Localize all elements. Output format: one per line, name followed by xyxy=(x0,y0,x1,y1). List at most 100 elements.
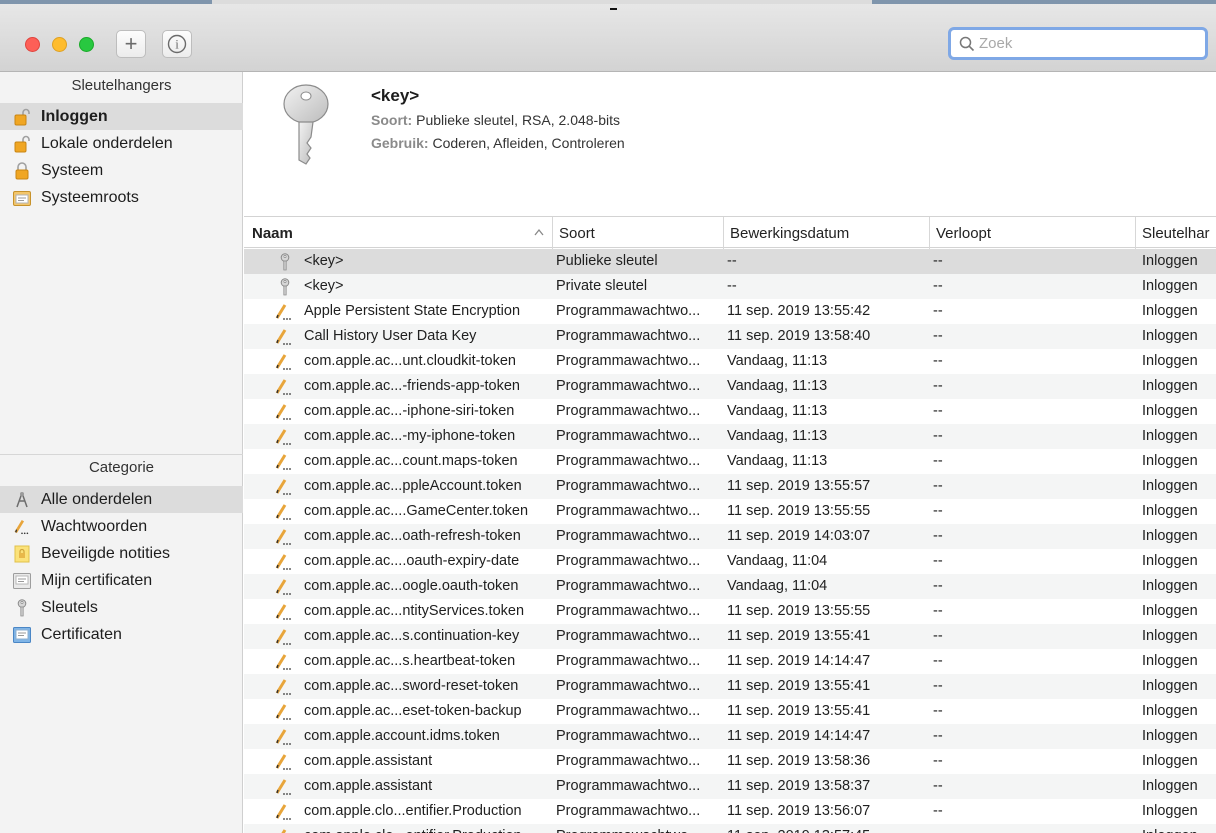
cell-name: <key> xyxy=(304,278,344,294)
items-table: Naam Soort Bewerkingsdatum Verloopt Sleu… xyxy=(244,216,1216,833)
table-row[interactable]: com.apple.clo...entifier.Production Progr… xyxy=(244,799,1216,824)
sidebar-item-label: Systeemroots xyxy=(41,188,139,206)
cell-expires: -- xyxy=(933,378,943,394)
column-header-label: Verloopt xyxy=(936,224,992,242)
cell-name: com.apple.ac...s.continuation-key xyxy=(304,628,520,644)
sidebar-item-beveiligde-notities[interactable]: Beveiligde notities xyxy=(0,540,243,567)
minimize-window-button[interactable] xyxy=(52,37,67,52)
cell-keychain: Inloggen xyxy=(1142,553,1198,569)
password-pencil-icon xyxy=(274,649,296,674)
certificate-icon xyxy=(13,626,31,644)
table-row[interactable]: com.apple.ac....oauth-expiry-date Program… xyxy=(244,549,1216,574)
table-row[interactable]: com.apple.ac...-my-iphone-token Programma… xyxy=(244,424,1216,449)
search-field[interactable] xyxy=(948,27,1208,60)
table-row[interactable]: <key> Publieke sleutel -- -- Inloggen xyxy=(244,249,1216,274)
unlocked-padlock-icon xyxy=(13,108,31,126)
table-header: Naam Soort Bewerkingsdatum Verloopt Sleu… xyxy=(244,216,1216,249)
column-header-sleutelhanger[interactable]: Sleutelhar xyxy=(1136,217,1216,249)
cell-keychain: Inloggen xyxy=(1142,778,1198,794)
sidebar-item-certificaten[interactable]: Certificaten xyxy=(0,621,243,648)
column-header-verloopt[interactable]: Verloopt xyxy=(930,217,1136,249)
sidebar-item-sleutels[interactable]: Sleutels xyxy=(0,594,243,621)
top-strip-right xyxy=(872,0,1216,4)
zoom-window-button[interactable] xyxy=(79,37,94,52)
cell-kind: Programmawachtwo... xyxy=(556,403,701,419)
sidebar-item-inloggen[interactable]: Inloggen xyxy=(0,103,243,130)
cell-date: Vandaag, 11:13 xyxy=(727,453,828,469)
cell-expires: -- xyxy=(933,303,943,319)
column-header-naam[interactable]: Naam xyxy=(244,217,553,249)
cell-kind: Programmawachtwo... xyxy=(556,703,701,719)
cell-name: com.apple.ac...-iphone-siri-token xyxy=(304,403,515,419)
cell-keychain: Inloggen xyxy=(1142,803,1198,819)
password-pencil-icon xyxy=(13,518,31,536)
certificate-folder-icon xyxy=(13,189,31,207)
add-item-button[interactable]: + xyxy=(116,30,146,58)
sidebar-item-lokale-onderdelen[interactable]: Lokale onderdelen xyxy=(0,130,243,157)
sidebar-item-systeem[interactable]: Systeem xyxy=(0,157,243,184)
detail-usage-line: Gebruik: Coderen, Afleiden, Controleren xyxy=(371,135,625,151)
info-button[interactable]: i xyxy=(162,30,192,58)
table-row[interactable]: com.apple.clo...entifier.ProductionProgr… xyxy=(244,824,1216,833)
cell-expires: -- xyxy=(933,678,943,694)
detail-usage-value: Coderen, Afleiden, Controleren xyxy=(432,135,625,151)
cell-name: com.apple.ac...sword-reset-token xyxy=(304,678,519,694)
search-input[interactable] xyxy=(979,35,1189,52)
table-row[interactable]: com.apple.ac...-friends-app-token Program… xyxy=(244,374,1216,399)
cell-kind: Programmawachtwo... xyxy=(556,653,701,669)
cell-kind: Programmawachtwo... xyxy=(556,503,701,519)
table-row[interactable]: com.apple.ac...oath-refresh-token Program… xyxy=(244,524,1216,549)
table-row[interactable]: com.apple.ac...count.maps-token Programma… xyxy=(244,449,1216,474)
cell-date: Vandaag, 11:04 xyxy=(727,578,828,594)
cell-expires: -- xyxy=(933,753,943,769)
table-row[interactable]: com.apple.ac...-iphone-siri-token Program… xyxy=(244,399,1216,424)
table-row[interactable]: com.apple.ac...sword-reset-token Programm… xyxy=(244,674,1216,699)
cell-expires: -- xyxy=(933,653,943,669)
password-pencil-icon xyxy=(274,599,296,624)
cell-name: com.apple.clo...entifier.Production xyxy=(304,803,522,819)
cell-date: 11 sep. 2019 13:58:37 xyxy=(727,778,871,794)
table-row[interactable]: com.apple.ac....GameCenter.token Programm… xyxy=(244,499,1216,524)
password-pencil-icon xyxy=(274,449,296,474)
cell-expires: -- xyxy=(933,253,943,269)
table-row[interactable]: com.apple.ac...s.heartbeat-token Programm… xyxy=(244,649,1216,674)
cell-kind: Programmawachtwo... xyxy=(556,803,701,819)
table-row[interactable]: Apple Persistent State Encryption Program… xyxy=(244,299,1216,324)
cell-name: <key> xyxy=(304,253,344,269)
table-row[interactable]: com.apple.ac...oogle.oauth-token Programm… xyxy=(244,574,1216,599)
cell-expires: -- xyxy=(933,703,943,719)
window-toolbar: + i xyxy=(0,0,1216,72)
sidebar-item-systeemroots[interactable]: Systeemroots xyxy=(0,184,243,211)
table-row[interactable]: com.apple.assistant Programmawachtwo... 11… xyxy=(244,749,1216,774)
table-row[interactable]: com.apple.account.idms.token Programmawac… xyxy=(244,724,1216,749)
cell-expires: -- xyxy=(933,803,943,819)
sidebar-item-label: Wachtwoorden xyxy=(41,517,148,535)
table-row[interactable]: com.apple.ac...ntityServices.token Progra… xyxy=(244,599,1216,624)
table-row[interactable]: com.apple.ac...eset-token-backup Programm… xyxy=(244,699,1216,724)
table-row[interactable]: <key> Private sleutel -- -- Inloggen xyxy=(244,274,1216,299)
password-pencil-icon xyxy=(274,374,296,399)
table-row[interactable]: com.apple.ac...unt.cloudkit-token Program… xyxy=(244,349,1216,374)
table-row[interactable]: com.apple.ac...s.continuation-key Program… xyxy=(244,624,1216,649)
column-header-bewerkingsdatum[interactable]: Bewerkingsdatum xyxy=(724,217,930,249)
cell-date: 11 sep. 2019 14:14:47 xyxy=(727,728,871,744)
large-key-icon xyxy=(283,84,329,165)
cell-date: Vandaag, 11:13 xyxy=(727,428,828,444)
cell-keychain: Inloggen xyxy=(1142,278,1198,294)
sidebar-item-label: Beveiligde notities xyxy=(41,544,170,562)
sidebar-item-alle-onderdelen[interactable]: Alle onderdelen xyxy=(0,486,243,513)
password-pencil-icon xyxy=(274,399,296,424)
table-row[interactable]: com.apple.assistant Programmawachtwo... 11… xyxy=(244,774,1216,799)
password-pencil-icon xyxy=(274,799,296,824)
table-row[interactable]: com.apple.ac...ppleAccount.token Programm… xyxy=(244,474,1216,499)
sort-ascending-icon xyxy=(534,225,544,239)
cell-keychain: Inloggen xyxy=(1142,503,1198,519)
sidebar-item-mijn-certificaten[interactable]: Mijn certificaten xyxy=(0,567,243,594)
table-row[interactable]: Call History User Data Key Programmawacht… xyxy=(244,324,1216,349)
column-header-soort[interactable]: Soort xyxy=(553,217,724,249)
cell-keychain: Inloggen xyxy=(1142,528,1198,544)
close-window-button[interactable] xyxy=(25,37,40,52)
cell-name: com.apple.ac...ntityServices.token xyxy=(304,603,525,619)
category-header: Categorie xyxy=(88,459,155,476)
sidebar-item-wachtwoorden[interactable]: Wachtwoorden xyxy=(0,513,243,540)
